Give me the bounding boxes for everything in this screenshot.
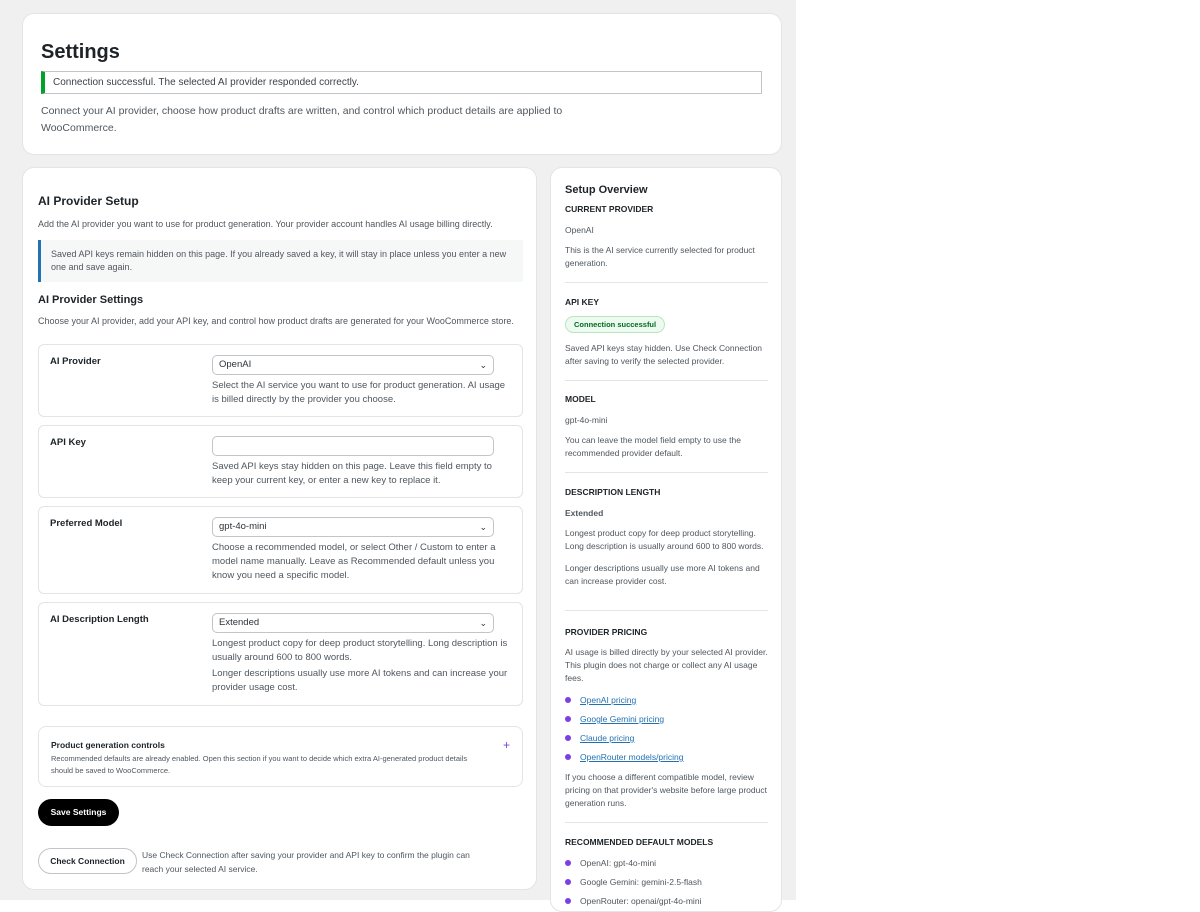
claude-pricing-link[interactable]: Claude pricing <box>580 733 634 743</box>
model-help: Choose a recommended model, or select Ot… <box>212 542 496 581</box>
check-connection-note: Use Check Connection after saving your p… <box>142 850 470 874</box>
section-heading: RECOMMENDED DEFAULT MODELS <box>565 837 714 847</box>
overview-title: Setup Overview <box>565 184 648 196</box>
generation-controls-toggle[interactable]: Product generation controls Recommended … <box>38 726 523 787</box>
model-section: MODEL gpt-4o-mini You can leave the mode… <box>565 394 768 460</box>
length-field-row: AI Description Length Extended ⌄ Longest… <box>38 602 523 706</box>
length-label: AI Description Length <box>50 614 149 625</box>
divider <box>565 380 768 381</box>
length-help: Longest product copy for deep product st… <box>212 638 508 663</box>
section-heading: MODEL <box>565 394 596 404</box>
provider-help: Select the AI service you want to use fo… <box>212 380 506 405</box>
provider-label: AI Provider <box>50 356 101 367</box>
default-models-list: OpenAI: gpt-4o-mini Google Gemini: gemin… <box>565 854 768 911</box>
save-settings-button[interactable]: Save Settings <box>38 799 119 826</box>
check-connection-button[interactable]: Check Connection <box>38 848 137 874</box>
provider-field-row: AI Provider OpenAI ⌄ Select the AI servi… <box>38 344 523 417</box>
api-key-input[interactable] <box>212 436 494 456</box>
list-item: Google Gemini pricing <box>565 710 768 729</box>
model-select[interactable]: gpt-4o-mini ⌄ <box>212 517 494 537</box>
list-item: OpenRouter models/pricing <box>565 748 768 767</box>
api-key-info-note: Saved API keys remain hidden on this pag… <box>38 240 523 282</box>
pricing-links: OpenAI pricing Google Gemini pricing Cla… <box>565 691 768 767</box>
length-cost-note: Longer descriptions usually use more AI … <box>212 668 508 693</box>
chevron-down-icon: ⌄ <box>479 618 487 628</box>
provider-select-value: OpenAI <box>219 359 252 370</box>
success-notice: Connection successful. The selected AI p… <box>41 71 762 94</box>
api-key-field-row: API Key Saved API keys stay hidden on th… <box>38 425 523 498</box>
model-text: You can leave the model field empty to u… <box>565 435 741 458</box>
list-item: OpenRouter: openai/gpt-4o-mini <box>565 892 768 911</box>
section-description: Add the AI provider you want to use for … <box>38 219 493 229</box>
pricing-text: AI usage is billed directly by your sele… <box>565 647 768 683</box>
description-length-section: DESCRIPTION LENGTH Extended Longest prod… <box>565 487 768 588</box>
api-key-section: API KEY Connection successful Saved API … <box>565 297 768 368</box>
api-key-label: API Key <box>50 437 86 448</box>
gemini-pricing-link[interactable]: Google Gemini pricing <box>580 714 664 724</box>
list-item: Claude pricing <box>565 729 768 748</box>
model-select-value: gpt-4o-mini <box>219 521 267 532</box>
section-title: AI Provider Setup <box>38 194 139 208</box>
section-heading: DESCRIPTION LENGTH <box>565 487 661 497</box>
controls-title: Product generation controls <box>51 740 165 750</box>
divider <box>565 282 768 283</box>
model-field-row: Preferred Model gpt-4o-mini ⌄ Choose a r… <box>38 506 523 594</box>
settings-header-card: Settings Connection successful. The sele… <box>22 13 782 155</box>
openrouter-pricing-link[interactable]: OpenRouter models/pricing <box>580 752 683 762</box>
current-provider-section: CURRENT PROVIDER OpenAI This is the AI s… <box>565 204 768 270</box>
list-item: OpenAI: gpt-4o-mini <box>565 854 768 873</box>
api-key-text: Saved API keys stay hidden. Use Check Co… <box>565 343 763 366</box>
model-value: gpt-4o-mini <box>565 415 608 425</box>
chevron-down-icon: ⌄ <box>479 522 487 532</box>
section-heading: CURRENT PROVIDER <box>565 204 654 214</box>
settings-subtitle: AI Provider Settings <box>38 294 144 306</box>
setup-overview-card: Setup Overview CURRENT PROVIDER OpenAI T… <box>550 167 782 912</box>
divider <box>565 472 768 473</box>
openai-pricing-link[interactable]: OpenAI pricing <box>580 695 636 705</box>
list-item: OpenAI pricing <box>565 691 768 710</box>
length-value: Extended <box>565 508 604 518</box>
divider <box>565 610 768 611</box>
length-cost-text: Longer descriptions usually use more AI … <box>565 563 760 586</box>
list-item: Google Gemini: gemini-2.5-flash <box>565 873 768 892</box>
length-text: Longest product copy for deep product st… <box>565 528 764 551</box>
section-heading: API KEY <box>565 297 600 307</box>
page-description: Connect your AI provider, choose how pro… <box>41 105 563 134</box>
page-title: Settings <box>41 41 120 63</box>
length-select-value: Extended <box>219 617 260 628</box>
section-heading: PROVIDER PRICING <box>565 627 648 637</box>
provider-text: This is the AI service currently selecte… <box>565 245 755 268</box>
settings-description: Choose your AI provider, add your API ke… <box>38 316 514 326</box>
pricing-text-2: If you choose a different compatible mod… <box>565 772 767 808</box>
api-key-help: Saved API keys stay hidden on this page.… <box>212 461 492 486</box>
provider-setup-card: AI Provider Setup Add the AI provider yo… <box>22 167 537 890</box>
expand-plus-icon[interactable]: + <box>503 738 510 752</box>
status-badge: Connection successful <box>565 316 666 333</box>
divider <box>565 822 768 823</box>
provider-value: OpenAI <box>565 225 594 235</box>
model-label: Preferred Model <box>50 518 123 529</box>
controls-description: Recommended defaults are already enabled… <box>51 754 468 775</box>
chevron-down-icon: ⌄ <box>479 360 487 370</box>
provider-select[interactable]: OpenAI ⌄ <box>212 355 494 375</box>
length-select[interactable]: Extended ⌄ <box>212 613 494 633</box>
provider-pricing-section: PROVIDER PRICING AI usage is billed dire… <box>565 627 768 810</box>
